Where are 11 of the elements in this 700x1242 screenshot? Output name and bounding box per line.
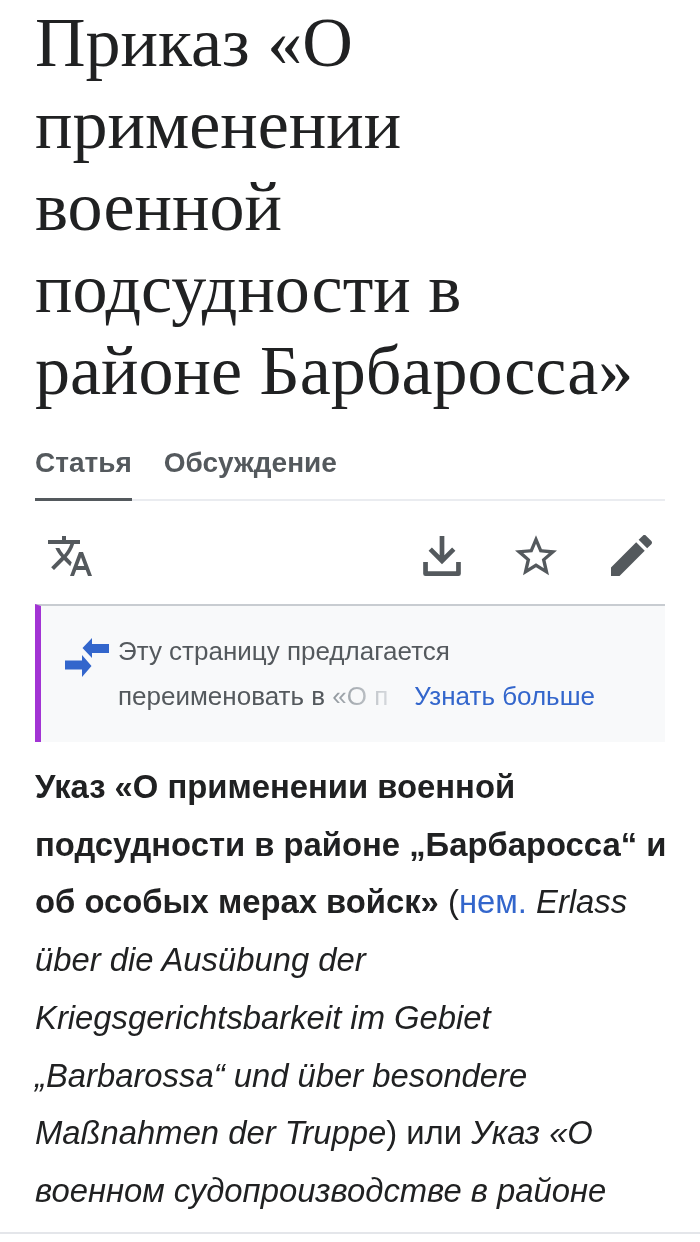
pencil-icon[interactable] <box>611 535 652 576</box>
article-paragraph: Указ «О применении военной подсудности в районе „Барбаросса“ и об особых мерах войск» (нем. Erlass über die Ausübung der Kriegsgerichtsbarkeit im Gebiet „Barbarossa“ und über besondere Maßnahmen der Truppe) или Указ «О военном судопроизводстве в районе <box>35 767 668 1211</box>
page-title: Приказ «О применении военной подсудности в районе Барбаросса» <box>35 3 635 411</box>
learn-more-link[interactable]: Узнать больше <box>414 681 595 711</box>
tab[interactable]: Обсуждение <box>163 446 337 501</box>
star-icon[interactable] <box>515 535 557 576</box>
download-icon[interactable] <box>423 535 461 576</box>
merge-arrows-icon <box>65 638 109 677</box>
tab[interactable]: Статья <box>35 446 132 501</box>
translate-icon[interactable] <box>48 535 92 576</box>
language-link[interactable]: нем. <box>458 883 527 921</box>
